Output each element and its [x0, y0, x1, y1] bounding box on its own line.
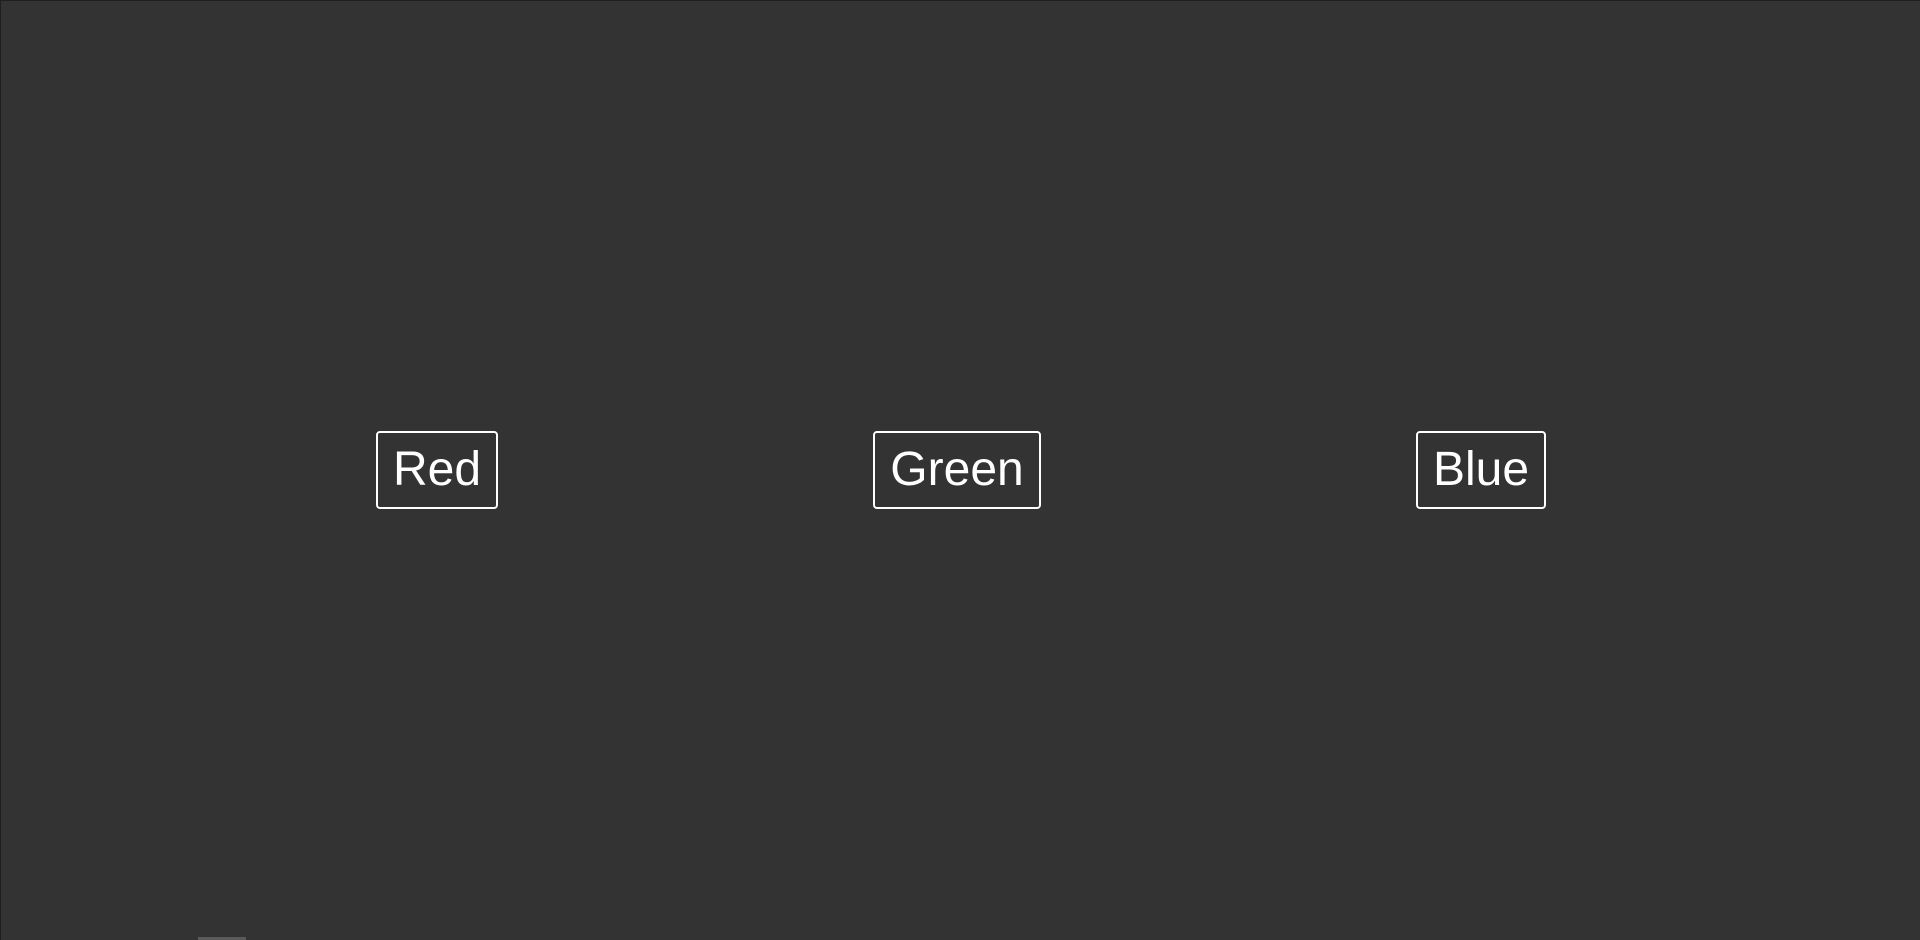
blue-button[interactable]: Blue — [1416, 431, 1546, 509]
green-button[interactable]: Green — [873, 431, 1041, 509]
red-button[interactable]: Red — [376, 431, 498, 509]
page-canvas: Red Green Blue — [0, 0, 1920, 940]
